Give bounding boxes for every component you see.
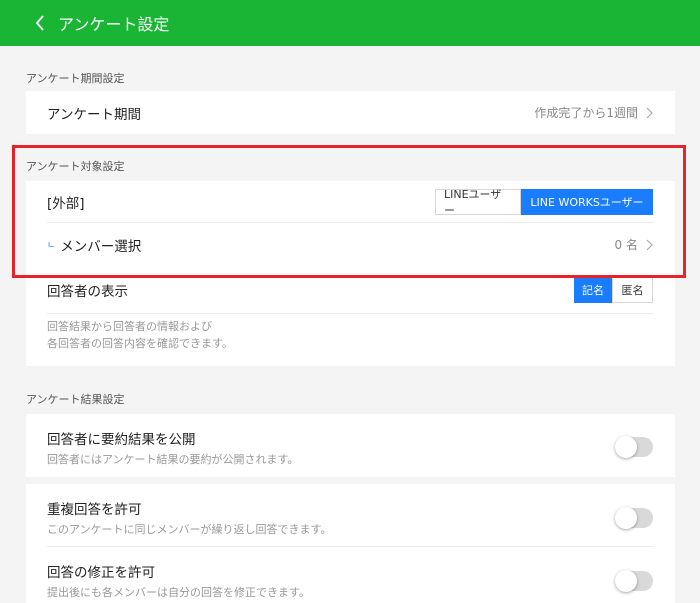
- respondent-display-desc: 回答結果から回答者の情報および 各回答者の回答内容を確認できます。: [47, 320, 233, 350]
- chevron-left-icon: [35, 15, 44, 31]
- divider: [47, 313, 653, 314]
- target-card: [外部] LINEユーザー LINE WORKSユーザー ㄴ メンバー選択 0 …: [26, 181, 675, 266]
- duplicate-row: 重複回答を許可 このアンケートに同じメンバーが繰り返し回答できます。: [26, 484, 675, 547]
- page-title: アンケート設定: [58, 15, 170, 34]
- publish-summary-card: 回答者に要約結果を公開 回答者にはアンケート結果の要約が公開されます。: [26, 414, 675, 477]
- named-option[interactable]: 記名: [574, 277, 612, 303]
- edit-toggle[interactable]: [615, 570, 653, 592]
- line-user-option[interactable]: LINEユーザー: [435, 188, 521, 217]
- period-row[interactable]: アンケート期間 作成完了から1週間: [26, 91, 675, 134]
- period-value: 作成完了から1週間: [534, 106, 638, 120]
- respondent-display-segmented-control: 記名 匿名: [574, 277, 653, 303]
- member-count: 0 名: [614, 238, 638, 252]
- duplicate-label: 重複回答を許可: [47, 502, 142, 518]
- publish-summary-desc: 回答者にはアンケート結果の要約が公開されます。: [47, 453, 299, 466]
- response-options-card: 重複回答を許可 このアンケートに同じメンバーが繰り返し回答できます。 回答の修正…: [26, 484, 675, 603]
- duplicate-desc: このアンケートに同じメンバーが繰り返し回答できます。: [47, 523, 332, 536]
- user-type-segmented-control: LINEユーザー LINE WORKSユーザー: [435, 188, 653, 217]
- external-row: [外部] LINEユーザー LINE WORKSユーザー: [26, 181, 675, 223]
- publish-summary-toggle[interactable]: [615, 436, 653, 458]
- app-header: アンケート設定: [0, 0, 700, 46]
- member-sub-indicator: ㄴ: [47, 241, 56, 251]
- edit-row: 回答の修正を許可 提出後にも各メンバーは自分の回答を修正できます。: [26, 547, 675, 603]
- back-button[interactable]: [28, 11, 52, 35]
- period-label: アンケート期間: [47, 106, 141, 123]
- external-label: [外部]: [47, 196, 85, 212]
- section-title-target: アンケート対象設定: [26, 160, 125, 173]
- line-works-user-option[interactable]: LINE WORKSユーザー: [521, 189, 653, 215]
- anonymous-option[interactable]: 匿名: [612, 277, 653, 303]
- respondent-display-card: 回答者の表示 記名 匿名 回答結果から回答者の情報および 各回答者の回答内容を確…: [26, 266, 675, 366]
- period-card: アンケート期間 作成完了から1週間: [26, 91, 675, 134]
- chevron-right-icon: [646, 239, 653, 250]
- duplicate-toggle[interactable]: [615, 507, 653, 529]
- chevron-right-icon: [646, 107, 653, 118]
- member-select-row[interactable]: ㄴ メンバー選択 0 名: [26, 223, 675, 266]
- edit-desc: 提出後にも各メンバーは自分の回答を修正できます。: [47, 586, 310, 599]
- publish-summary-label: 回答者に要約結果を公開: [47, 432, 196, 448]
- respondent-display-label: 回答者の表示: [47, 284, 128, 300]
- section-title-period: アンケート期間設定: [26, 72, 125, 85]
- edit-label: 回答の修正を許可: [47, 565, 155, 581]
- respondent-display-row: 回答者の表示 記名 匿名: [26, 266, 675, 314]
- section-title-result: アンケート結果設定: [26, 393, 125, 406]
- member-select-label: メンバー選択: [60, 238, 142, 255]
